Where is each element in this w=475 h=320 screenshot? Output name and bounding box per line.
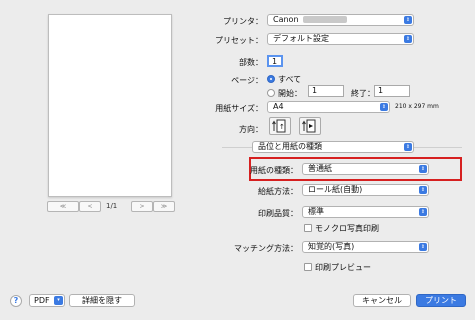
print-button[interactable]: プリント xyxy=(416,294,466,307)
matching-popup[interactable]: 知覚的(写真) ⇕ xyxy=(302,241,429,253)
print-preview-checkbox[interactable] xyxy=(304,263,312,271)
pages-all-label: すべて xyxy=(278,75,302,84)
preset-popup[interactable]: デフォルト設定 ⇕ xyxy=(267,33,414,45)
orientation-label: 方向： xyxy=(239,125,263,134)
grayscale-checkbox[interactable] xyxy=(304,224,312,232)
print-preview-label: 印刷プレビュー xyxy=(315,263,371,272)
pages-all-radio[interactable] xyxy=(267,75,275,83)
portrait-icon: ↑ xyxy=(272,119,286,133)
page-indicator: 1/1 xyxy=(106,202,118,210)
copies-field[interactable]: 1 xyxy=(267,55,283,67)
popup-arrows-icon: ⇕ xyxy=(419,243,427,251)
print-quality-popup[interactable]: 標準 ⇕ xyxy=(302,206,429,218)
preset-label: プリセット： xyxy=(215,36,263,45)
first-page-button[interactable]: ≪ xyxy=(47,201,79,212)
matching-label: マッチング方法： xyxy=(234,244,298,253)
popup-arrows-icon: ⇕ xyxy=(419,186,427,194)
media-type-label: 用紙の種類： xyxy=(250,166,298,175)
pages-label: ページ： xyxy=(231,76,263,85)
pdf-label: PDF xyxy=(34,296,50,305)
matching-value: 知覚的(写真) xyxy=(308,242,355,251)
section-popup[interactable]: 品位と用紙の種類 ⇕ xyxy=(252,141,414,153)
paper-size-label: 用紙サイズ： xyxy=(215,104,263,113)
print-quality-label: 印刷品質： xyxy=(258,209,298,218)
svg-text:↑: ↑ xyxy=(279,123,285,131)
section-value: 品位と用紙の種類 xyxy=(258,142,322,151)
paper-source-value: ロール紙(自動) xyxy=(308,185,363,194)
last-page-button[interactable]: ≫ xyxy=(153,201,175,212)
popup-arrows-icon: ⇕ xyxy=(380,103,388,111)
landscape-button[interactable] xyxy=(299,117,321,135)
help-button[interactable]: ? xyxy=(10,295,22,307)
printer-label: プリンタ： xyxy=(223,17,263,26)
paper-dimensions: 210 x 297 mm xyxy=(395,103,439,110)
pages-to-label: 終了： xyxy=(351,89,375,98)
pages-from-label: 開始： xyxy=(278,89,302,98)
copies-label: 部数： xyxy=(239,58,263,67)
paper-source-popup[interactable]: ロール紙(自動) ⇕ xyxy=(302,184,429,196)
landscape-icon xyxy=(302,119,316,133)
paper-size-value: A4 xyxy=(273,102,284,111)
grayscale-label: モノクロ写真印刷 xyxy=(315,224,379,233)
pages-to-field[interactable]: 1 xyxy=(374,85,410,97)
prev-page-button[interactable]: < xyxy=(79,201,101,212)
next-page-button[interactable]: > xyxy=(131,201,153,212)
preset-value: デフォルト設定 xyxy=(273,34,329,43)
cancel-button[interactable]: キャンセル xyxy=(353,294,411,307)
pages-range-radio[interactable] xyxy=(267,89,275,97)
pdf-menu-button[interactable]: PDF ▾ xyxy=(29,294,65,307)
hide-details-button[interactable]: 詳細を隠す xyxy=(69,294,135,307)
printer-popup[interactable]: Canon ⇕ xyxy=(267,14,414,26)
popup-arrows-icon: ⇕ xyxy=(404,35,412,43)
popup-arrows-icon: ⇕ xyxy=(419,208,427,216)
popup-arrows-icon: ⇕ xyxy=(404,16,412,24)
media-type-value: 普通紙 xyxy=(308,164,332,173)
paper-size-popup[interactable]: A4 ⇕ xyxy=(267,101,390,113)
print-quality-value: 標準 xyxy=(308,207,324,216)
pages-from-field[interactable]: 1 xyxy=(308,85,344,97)
printer-name: Canon xyxy=(273,15,299,24)
popup-arrows-icon: ⇕ xyxy=(419,165,427,173)
popup-arrows-icon: ⇕ xyxy=(404,143,412,151)
media-type-popup[interactable]: 普通紙 ⇕ xyxy=(302,163,429,175)
portrait-button[interactable]: ↑ xyxy=(269,117,291,135)
redacted-printer-model xyxy=(302,16,347,23)
chevron-down-icon: ▾ xyxy=(54,296,63,305)
paper-source-label: 給紙方法： xyxy=(258,187,298,196)
